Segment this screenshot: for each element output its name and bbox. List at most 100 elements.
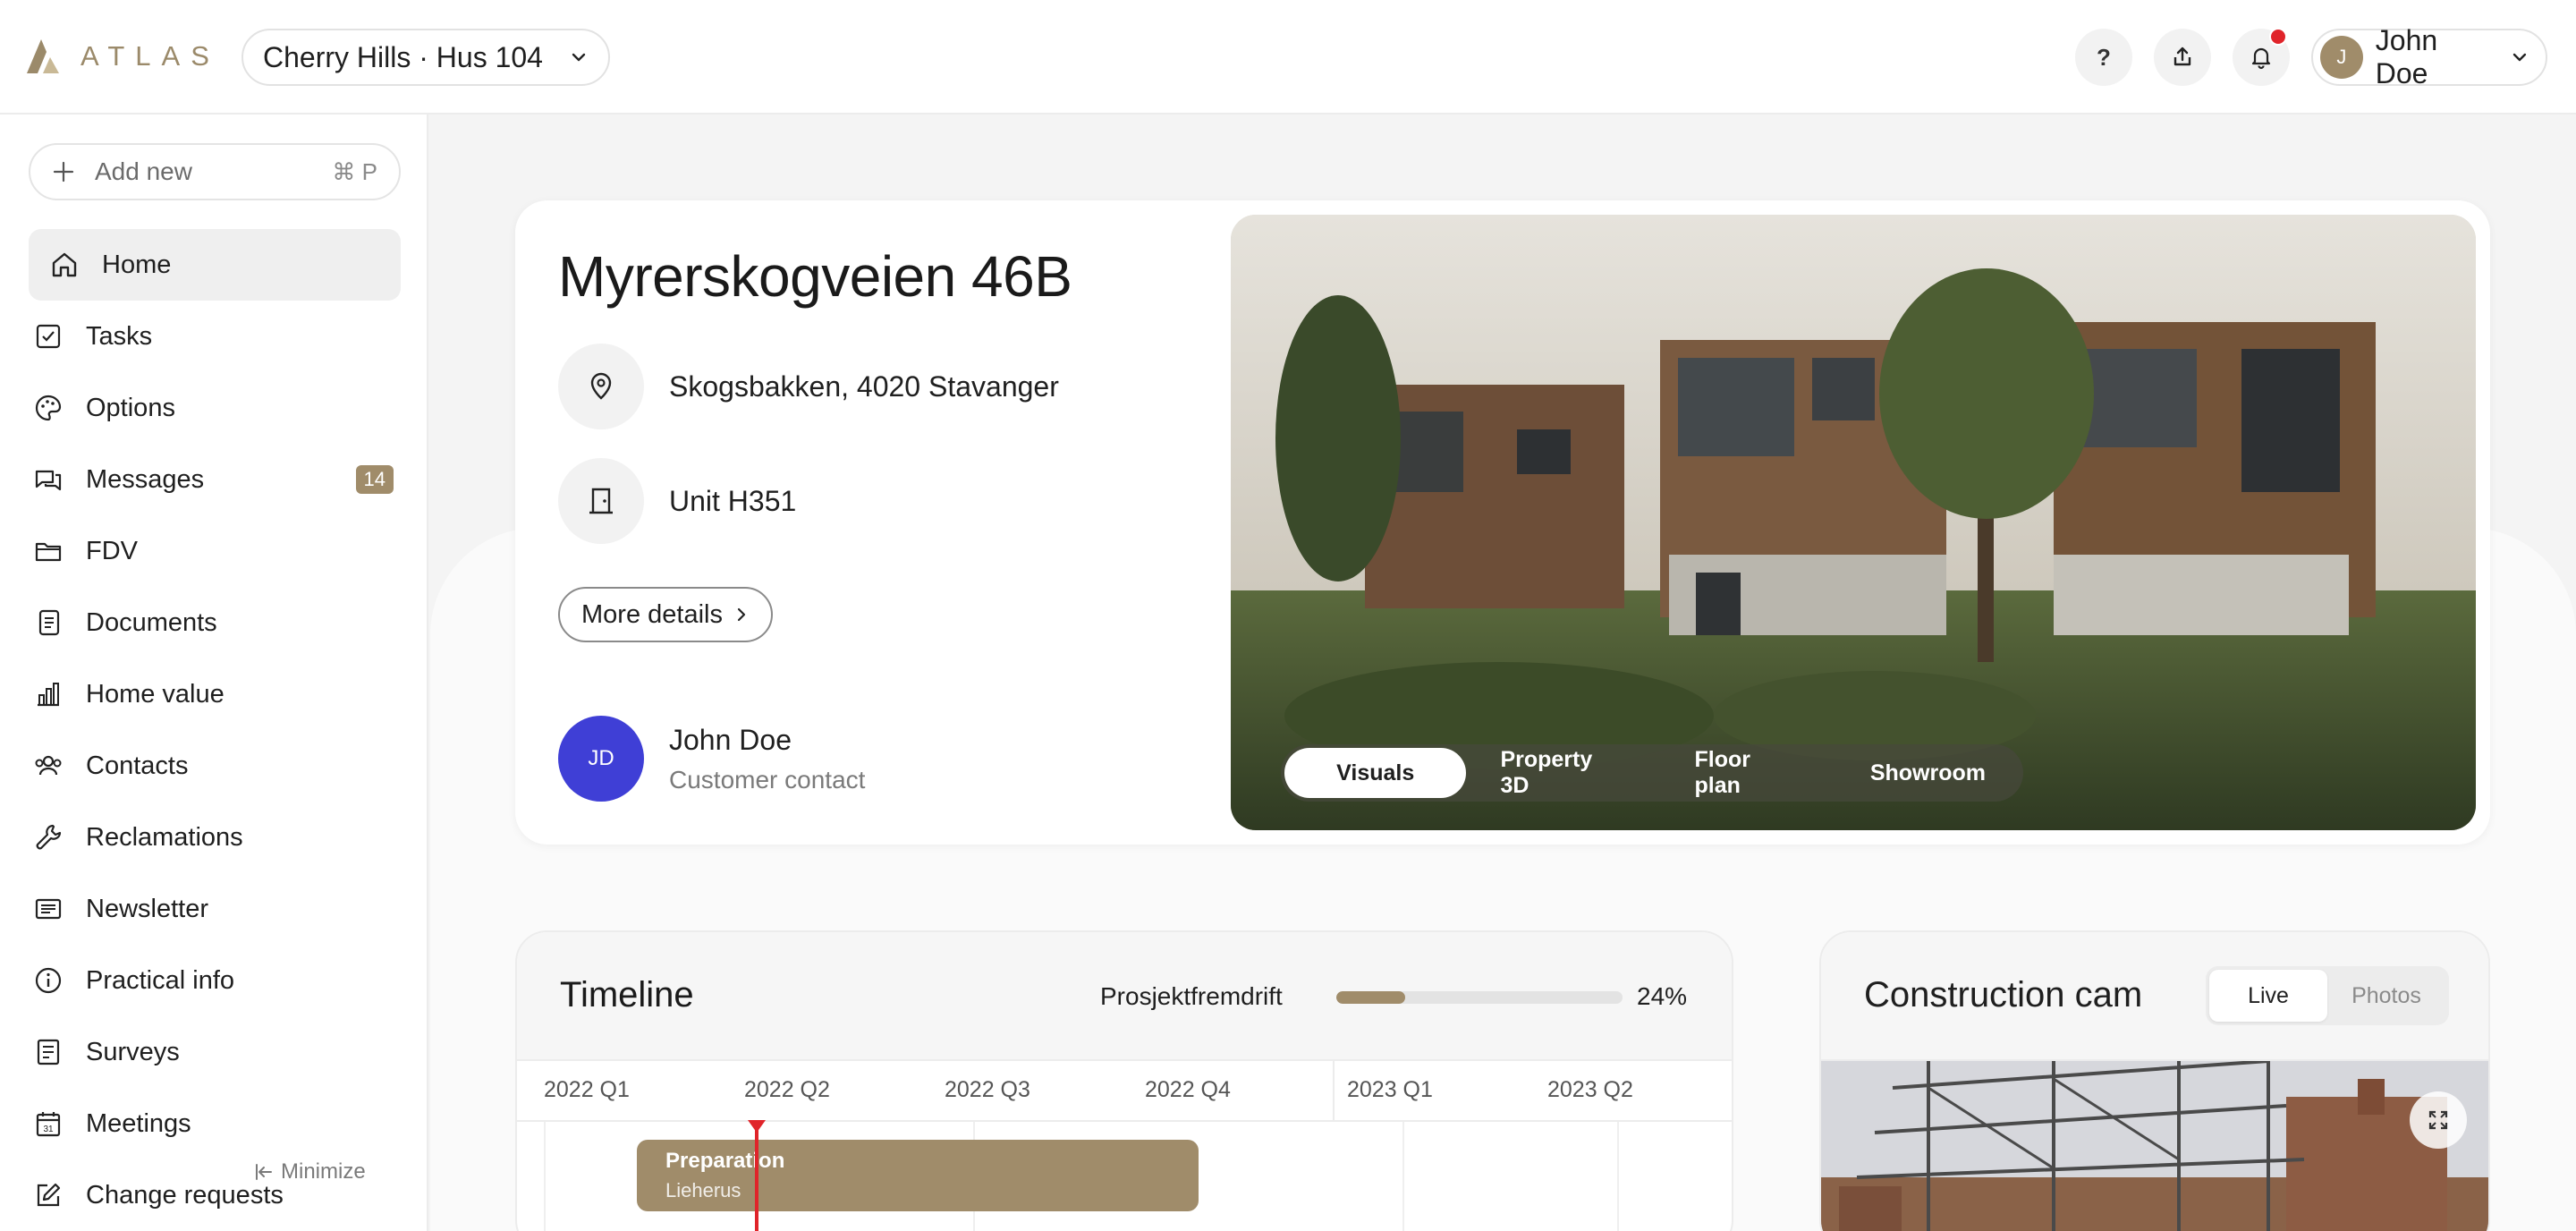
calendar-icon: 31: [32, 1108, 64, 1140]
contact-role: Customer contact: [669, 765, 866, 794]
sidebar-item-label: Home value: [86, 679, 225, 709]
palette-icon: [32, 392, 64, 424]
info-icon: [32, 964, 64, 997]
user-name: John Doe: [2375, 24, 2438, 89]
customer-contact[interactable]: JD John Doe Customer contact: [558, 716, 865, 802]
sidebar-item-practical-info[interactable]: Practical info: [29, 945, 401, 1016]
sidebar-item-label: FDV: [86, 536, 138, 565]
edit-icon: [32, 1179, 64, 1211]
chevron-right-icon: [737, 607, 746, 622]
sidebar-item-fdv[interactable]: FDV: [29, 515, 401, 587]
cam-mode-toggle: Live Photos: [2206, 966, 2449, 1025]
tab-showroom[interactable]: Showroom: [1836, 748, 2020, 798]
sidebar-item-label: Newsletter: [86, 894, 208, 923]
bell-icon: [2251, 47, 2271, 70]
sidebar-item-label: Home: [102, 250, 172, 279]
minimize-label: Minimize: [281, 1159, 366, 1184]
minimize-sidebar-button[interactable]: Minimize: [254, 1159, 366, 1184]
property-title: Myrerskogveien 46B: [558, 244, 1072, 309]
sidebar-item-documents[interactable]: Documents: [29, 587, 401, 658]
home-icon: [48, 249, 80, 281]
sidebar-item-options[interactable]: Options: [29, 372, 401, 444]
atlas-logo[interactable]: ATLAS: [27, 39, 220, 73]
sidebar-item-reclamations[interactable]: Reclamations: [29, 802, 401, 873]
building-rendering: [1231, 215, 2476, 830]
sidebar-item-label: Contacts: [86, 751, 189, 780]
grid-line: [1617, 1122, 1619, 1231]
share-button[interactable]: [2154, 29, 2211, 86]
quarter-label: 2022 Q3: [945, 1077, 1030, 1102]
calendar-day: 31: [43, 1125, 54, 1134]
logo-text: ATLAS: [80, 40, 220, 72]
sidebar-item-label: Reclamations: [86, 822, 243, 852]
sidebar: Add new ⌘ P Home Tasks Options Messages …: [0, 115, 428, 1231]
sidebar-item-newsletter[interactable]: Newsletter: [29, 873, 401, 945]
construction-cam-card: Construction cam Live Photos: [1819, 930, 2490, 1231]
expand-button[interactable]: [2410, 1091, 2467, 1149]
quarter-label: 2022 Q4: [1145, 1077, 1231, 1102]
timeline-title: Timeline: [560, 975, 694, 1015]
cam-header: Construction cam Live Photos: [1821, 932, 2488, 1061]
sidebar-item-tasks[interactable]: Tasks: [29, 301, 401, 372]
sidebar-item-label: Surveys: [86, 1037, 180, 1066]
timeline-phase-bar[interactable]: Preparation Lieherus: [637, 1140, 1199, 1211]
sidebar-item-label: Documents: [86, 607, 217, 637]
collapse-icon: [256, 1164, 272, 1180]
avatar: J: [2320, 36, 2363, 79]
wrench-icon: [32, 821, 64, 853]
sidebar-item-surveys[interactable]: Surveys: [29, 1016, 401, 1088]
grid-line: [544, 1122, 546, 1231]
progress-fill: [1336, 991, 1405, 1004]
plus-icon: [53, 161, 74, 183]
grid-line: [1402, 1122, 1404, 1231]
sidebar-item-contacts[interactable]: Contacts: [29, 730, 401, 802]
progress-percent: 24%: [1637, 982, 1688, 1010]
timeline-header: Timeline Prosjektfremdrift 24%: [517, 932, 1732, 1061]
property-unit: Unit H351: [669, 484, 797, 517]
sidebar-item-messages[interactable]: Messages 14: [29, 444, 401, 515]
unread-badge: 14: [355, 465, 394, 494]
sidebar-item-label: Practical info: [86, 965, 235, 995]
share-icon: [2174, 47, 2191, 66]
expand-icon: [2428, 1110, 2448, 1130]
cam-option-photos[interactable]: Photos: [2327, 970, 2445, 1022]
sidebar-item-label: Tasks: [86, 321, 153, 351]
sidebar-item-label: Messages: [86, 464, 205, 494]
notification-dot: [2269, 28, 2287, 46]
documents-icon: [32, 607, 64, 639]
scaffolding-image: [1821, 1059, 2488, 1231]
progress-label: Prosjektfremdrift: [1100, 982, 1283, 1010]
quarter-label: 2022 Q1: [544, 1077, 630, 1102]
tab-floor-plan[interactable]: Floor plan: [1661, 747, 1836, 798]
add-new-button[interactable]: Add new ⌘ P: [29, 143, 401, 200]
tab-property-3d[interactable]: Property 3D: [1466, 747, 1660, 798]
project-selector[interactable]: Cherry Hills · Hus 104: [242, 29, 610, 86]
chevron-down-icon: [2512, 53, 2527, 62]
sidebar-item-label: Meetings: [86, 1108, 191, 1138]
property-visual[interactable]: [1231, 215, 2476, 830]
quarter-label: 2022 Q2: [744, 1077, 830, 1102]
location-pin-icon: [558, 344, 644, 429]
user-menu[interactable]: J John Doe: [2311, 24, 2547, 89]
timeline-quarters: 2022 Q1 2022 Q2 2022 Q3 2022 Q4 2023 Q1 …: [517, 1061, 1732, 1122]
sidebar-item-home[interactable]: Home: [29, 229, 401, 301]
tasks-icon: [32, 320, 64, 352]
sidebar-item-label: Options: [86, 393, 175, 422]
media-tabs: Visuals Property 3D Floor plan Showroom: [1281, 744, 2023, 802]
more-details-button[interactable]: More details: [558, 587, 773, 642]
contact-avatar: JD: [558, 716, 644, 802]
quarter-label: 2023 Q2: [1547, 1077, 1633, 1102]
contact-name: John Doe: [669, 723, 792, 756]
chevron-down-icon: [572, 53, 586, 62]
project-name: Cherry Hills · Hus 104: [263, 40, 543, 73]
more-details-label: More details: [581, 599, 723, 629]
sidebar-item-home-value[interactable]: Home value: [29, 658, 401, 730]
tab-visuals[interactable]: Visuals: [1284, 748, 1467, 798]
sidebar-item-meetings[interactable]: 31 Meetings: [29, 1088, 401, 1159]
unit-row: Unit H351: [558, 458, 796, 544]
year-divider: [1333, 1061, 1335, 1122]
cam-feed[interactable]: [1821, 1059, 2488, 1231]
help-button[interactable]: ?: [2075, 29, 2132, 86]
cam-option-live[interactable]: Live: [2209, 970, 2327, 1022]
bar-chart-icon: [32, 678, 64, 710]
